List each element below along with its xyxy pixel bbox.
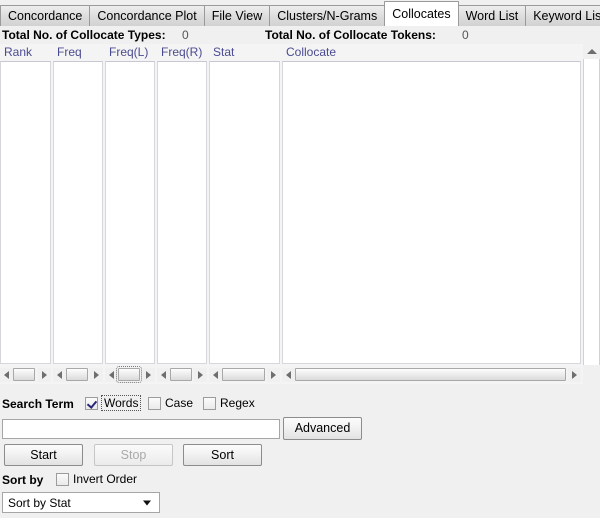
column-header-freq[interactable]: Freq xyxy=(53,44,105,60)
checkbox-box-icon[interactable] xyxy=(85,396,98,410)
column-body-freq-left xyxy=(105,61,155,364)
scroll-up-icon[interactable] xyxy=(583,44,600,59)
scroll-left-icon[interactable] xyxy=(105,367,118,382)
tab-concordance[interactable]: Concordance xyxy=(0,5,91,26)
column-body-collocate xyxy=(282,61,581,364)
collocate-tokens-value: 0 xyxy=(462,28,469,42)
search-input[interactable] xyxy=(2,419,280,439)
scroll-right-icon[interactable] xyxy=(142,367,155,382)
scroll-left-icon[interactable] xyxy=(209,367,222,382)
tab-bar: Concordance Concordance Plot File View C… xyxy=(0,0,600,26)
hscroll-track-freq-left[interactable] xyxy=(116,366,142,383)
tab-clusters-ngrams[interactable]: Clusters/N-Grams xyxy=(269,5,386,26)
hscroll-track-freq-right[interactable] xyxy=(170,367,194,382)
checkbox-box-icon[interactable] xyxy=(203,396,216,410)
summary-row: Total No. of Collocate Types: 0 Total No… xyxy=(0,26,600,44)
case-checkbox-label[interactable]: Case xyxy=(165,396,193,410)
case-checkbox[interactable]: Case xyxy=(148,396,193,410)
sort-by-label: Sort by xyxy=(2,473,44,487)
hscrollbar-collocate[interactable] xyxy=(282,367,581,382)
tab-word-list[interactable]: Word List xyxy=(457,5,527,26)
scroll-right-icon[interactable] xyxy=(267,367,280,382)
hscrollbar-stat[interactable] xyxy=(209,367,280,382)
hscroll-track-freq[interactable] xyxy=(66,367,90,382)
tab-keyword-list[interactable]: Keyword List xyxy=(525,5,600,26)
controls-panel: Search Term Words Case Regex Advanced St… xyxy=(0,384,600,518)
collocate-types-label: Total No. of Collocate Types: xyxy=(2,28,166,42)
hscrollbar-rank[interactable] xyxy=(0,367,51,382)
search-input-row: Advanced xyxy=(0,417,600,441)
tab-concordance-plot[interactable]: Concordance Plot xyxy=(89,5,205,26)
sort-by-row: Sort by Invert Order xyxy=(0,472,600,490)
table-column-collocate: Collocate xyxy=(282,44,583,384)
collocate-tokens-label: Total No. of Collocate Tokens: xyxy=(265,28,436,42)
scroll-left-icon[interactable] xyxy=(157,367,170,382)
regex-checkbox[interactable]: Regex xyxy=(203,396,255,410)
action-buttons-row: Start Stop Sort xyxy=(0,444,600,468)
scroll-right-icon[interactable] xyxy=(568,367,581,382)
collocate-types-value: 0 xyxy=(182,28,189,42)
collocates-table: Rank Freq Freq(L) Freq(R) Stat Collocate xyxy=(0,44,600,384)
start-button[interactable]: Start xyxy=(4,444,83,466)
regex-checkbox-label[interactable]: Regex xyxy=(220,396,255,410)
words-checkbox[interactable]: Words xyxy=(85,395,142,411)
checkbox-box-icon[interactable] xyxy=(56,472,69,486)
sort-by-select[interactable]: Sort by Stat xyxy=(2,492,160,513)
hscrollbar-freq-right[interactable] xyxy=(157,367,207,382)
hscroll-track-rank[interactable] xyxy=(13,367,38,382)
invert-order-label[interactable]: Invert Order xyxy=(73,472,137,486)
invert-order-checkbox[interactable]: Invert Order xyxy=(56,472,137,486)
search-term-row: Search Term Words Case Regex xyxy=(0,395,600,414)
sort-button[interactable]: Sort xyxy=(183,444,262,466)
table-column-stat: Stat xyxy=(209,44,282,384)
scroll-right-icon[interactable] xyxy=(90,367,103,382)
scroll-right-icon[interactable] xyxy=(194,367,207,382)
checkbox-box-icon[interactable] xyxy=(148,396,161,410)
table-column-freq: Freq xyxy=(53,44,105,384)
column-body-stat xyxy=(209,61,280,364)
vscroll-track[interactable] xyxy=(583,59,600,365)
tab-file-view[interactable]: File View xyxy=(203,5,271,26)
hscroll-track-collocate[interactable] xyxy=(295,367,568,382)
table-column-rank: Rank xyxy=(0,44,53,384)
search-term-label: Search Term xyxy=(2,397,74,411)
column-header-freq-left[interactable]: Freq(L) xyxy=(105,44,157,60)
sort-select-row: Sort by Stat xyxy=(0,492,600,514)
column-body-rank xyxy=(0,61,51,364)
column-body-freq xyxy=(53,61,103,364)
scroll-left-icon[interactable] xyxy=(282,367,295,382)
chevron-down-icon[interactable] xyxy=(143,500,151,505)
scroll-left-icon[interactable] xyxy=(0,367,13,382)
hscrollbar-freq-left[interactable] xyxy=(105,366,155,383)
column-header-stat[interactable]: Stat xyxy=(209,44,282,60)
column-header-freq-right[interactable]: Freq(R) xyxy=(157,44,209,60)
column-header-collocate[interactable]: Collocate xyxy=(282,44,583,60)
column-header-rank[interactable]: Rank xyxy=(0,44,53,60)
tab-collocates[interactable]: Collocates xyxy=(384,1,459,26)
hscrollbar-freq[interactable] xyxy=(53,367,103,382)
sort-by-selected-value: Sort by Stat xyxy=(8,495,71,510)
table-column-freq-left: Freq(L) xyxy=(105,44,157,384)
scroll-left-icon[interactable] xyxy=(53,367,66,382)
column-body-freq-right xyxy=(157,61,207,364)
stop-button[interactable]: Stop xyxy=(94,444,173,466)
hscroll-track-stat[interactable] xyxy=(222,367,267,382)
scroll-right-icon[interactable] xyxy=(38,367,51,382)
vscrollbar-table[interactable] xyxy=(583,44,600,384)
table-column-freq-right: Freq(R) xyxy=(157,44,209,384)
advanced-button[interactable]: Advanced xyxy=(283,417,362,440)
words-checkbox-label[interactable]: Words xyxy=(100,395,142,411)
